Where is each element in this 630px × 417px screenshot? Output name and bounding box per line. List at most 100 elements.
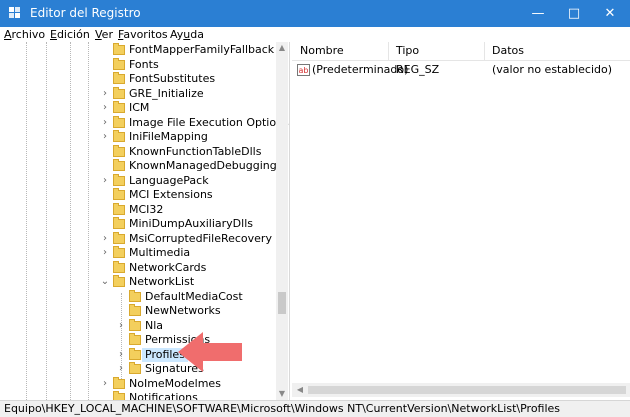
tree-item-label: NetworkCards <box>129 260 207 274</box>
values-horizontal-scrollbar[interactable]: ◀ <box>292 383 630 397</box>
tree-item-multimedia[interactable]: › Multimedia <box>0 246 276 260</box>
status-bar: Equipo\HKEY_LOCAL_MACHINE\SOFTWARE\Micro… <box>0 400 630 417</box>
tree-item-label: MCI Extensions <box>129 188 213 201</box>
menu-favoritos[interactable]: Favoritos <box>118 27 168 42</box>
chevron-right-icon[interactable]: › <box>100 175 110 186</box>
folder-icon <box>113 202 125 215</box>
folder-icon <box>113 72 125 84</box>
folder-icon <box>113 101 125 113</box>
tree-item-mci-extensions[interactable]: MCI Extensions <box>0 188 276 202</box>
chevron-right-icon[interactable]: › <box>116 349 126 360</box>
close-icon: ✕ <box>604 6 616 21</box>
tree-item-label: FontSubstitutes <box>129 72 216 85</box>
chevron-right-icon[interactable]: › <box>100 117 110 128</box>
tree-item-mci32[interactable]: MCI32 <box>0 202 276 217</box>
folder-icon <box>113 86 125 99</box>
folder-icon <box>129 333 141 345</box>
tree-item-minidumpauxiliarydlls[interactable]: MiniDumpAuxiliaryDlls <box>0 217 276 231</box>
value-row[interactable]: ab (Predeterminado) REG_SZ (valor no est… <box>292 63 630 77</box>
key-tree: FontMapperFamilyFallback Fonts FontSubstit… <box>0 42 290 400</box>
tree-item-inifilemapping[interactable]: › IniFileMapping <box>0 130 276 144</box>
tree-item-languagepack[interactable]: › LanguagePack <box>0 173 276 188</box>
scroll-down-icon[interactable]: ▼ <box>276 388 288 400</box>
values-pane: Nombre Tipo Datos ab (Predeterminado) RE… <box>292 42 630 400</box>
tree-item-newnetworks[interactable]: NewNetworks <box>0 304 276 318</box>
tree-vertical-scrollbar[interactable]: ▲ ▼ <box>276 42 288 400</box>
chevron-right-icon[interactable]: › <box>100 88 110 99</box>
scroll-up-icon[interactable]: ▲ <box>276 42 288 54</box>
folder-icon <box>113 115 125 128</box>
scroll-left-icon[interactable]: ◀ <box>294 384 306 396</box>
folder-icon <box>113 43 125 55</box>
tree-item-networklist[interactable]: ⌄ NetworkList <box>0 275 276 289</box>
folder-icon <box>129 289 141 302</box>
column-nombre[interactable]: Nombre <box>300 42 344 60</box>
status-path: Equipo\HKEY_LOCAL_MACHINE\SOFTWARE\Micro… <box>4 402 561 415</box>
maximize-icon: □ <box>567 6 581 21</box>
title-bar: Editor del Registro — □ ✕ <box>0 0 630 27</box>
tree-item-image-file-execution-options[interactable]: › Image File Execution Options <box>0 115 289 130</box>
column-separator[interactable] <box>388 42 389 60</box>
chevron-down-icon[interactable]: ⌄ <box>100 277 110 287</box>
window-title: Editor del Registro <box>30 6 141 20</box>
chevron-right-icon[interactable]: › <box>100 103 110 113</box>
registry-editor-icon <box>9 7 20 18</box>
tree-item-label: DefaultMediaCost <box>145 289 243 303</box>
chevron-right-icon[interactable]: › <box>116 364 126 374</box>
folder-icon <box>113 144 125 157</box>
tree-item-label: NetworkList <box>129 275 195 288</box>
value-name: (Predeterminado) <box>312 63 409 76</box>
tree-item-label: Fonts <box>129 57 159 71</box>
tree-item-fontsubstitutes[interactable]: FontSubstitutes <box>0 72 276 86</box>
menu-archivo[interactable]: Archivo <box>4 27 45 42</box>
scrollbar-thumb[interactable] <box>308 386 626 394</box>
column-tipo[interactable]: Tipo <box>396 42 419 60</box>
folder-icon <box>129 304 141 316</box>
menu-edicion[interactable]: Edición <box>50 27 90 42</box>
values-header: Nombre Tipo Datos <box>292 42 630 61</box>
annotation-arrow-icon <box>178 332 242 372</box>
tree-item-knownfunctiontabledlls[interactable]: KnownFunctionTableDlls <box>0 144 276 159</box>
folder-icon <box>113 173 125 186</box>
tree-item-label: Notifications <box>129 391 198 400</box>
column-datos[interactable]: Datos <box>492 42 524 60</box>
folder-icon <box>113 57 125 70</box>
tree-item-label: MiniDumpAuxiliaryDlls <box>129 217 253 230</box>
tree-item-fontmapperfamilyfallback[interactable]: FontMapperFamilyFallback <box>0 43 276 57</box>
menu-bar: Archivo Edición Ver Favoritos Ayuda <box>0 27 630 42</box>
tree-item-knownmanageddebuggingdlls[interactable]: KnownManagedDebuggingDlls <box>0 159 289 173</box>
value-type: REG_SZ <box>396 63 440 76</box>
string-value-icon: ab <box>297 64 310 76</box>
chevron-right-icon[interactable]: › <box>100 378 110 389</box>
chevron-right-icon[interactable]: › <box>100 132 110 142</box>
folder-icon <box>113 188 125 200</box>
tree-item-label: IniFileMapping <box>129 130 208 143</box>
tree-item-gre-initialize[interactable]: › GRE_Initialize <box>0 86 276 101</box>
menu-ayuda[interactable]: Ayuda <box>170 27 204 42</box>
tree-item-notifications[interactable]: Notifications <box>0 391 276 400</box>
tree-item-noimemodelmes[interactable]: › NoImeModelmes <box>0 376 276 391</box>
menu-ver[interactable]: Ver <box>95 27 113 42</box>
tree-item-label: LanguagePack <box>129 173 209 187</box>
chevron-right-icon[interactable]: › <box>116 320 126 331</box>
chevron-right-icon[interactable]: › <box>100 248 110 258</box>
chevron-right-icon[interactable]: › <box>100 233 110 244</box>
folder-icon <box>113 130 125 142</box>
close-button[interactable]: ✕ <box>587 0 630 27</box>
tree-item-label: ICM <box>129 101 150 114</box>
scrollbar-thumb[interactable] <box>278 292 286 314</box>
tree-item-msicorruptedfilerecovery[interactable]: › MsiCorruptedFileRecovery <box>0 231 276 246</box>
tree-item-networkcards[interactable]: NetworkCards <box>0 260 276 275</box>
tree-item-label: KnownFunctionTableDlls <box>129 144 262 158</box>
tree-item-label: Nla <box>145 318 164 332</box>
column-separator[interactable] <box>484 42 485 60</box>
tree-item-fonts[interactable]: Fonts <box>0 57 276 72</box>
tree-item-defaultmediacost[interactable]: DefaultMediaCost <box>0 289 276 304</box>
folder-icon <box>113 159 125 171</box>
folder-icon <box>113 217 125 229</box>
folder-icon <box>129 318 141 331</box>
tree-item-label: Image File Execution Options <box>129 115 289 129</box>
tree-item-label: NoImeModelmes <box>129 376 221 390</box>
tree-item-icm[interactable]: › ICM <box>0 101 276 115</box>
folder-icon <box>113 275 125 287</box>
